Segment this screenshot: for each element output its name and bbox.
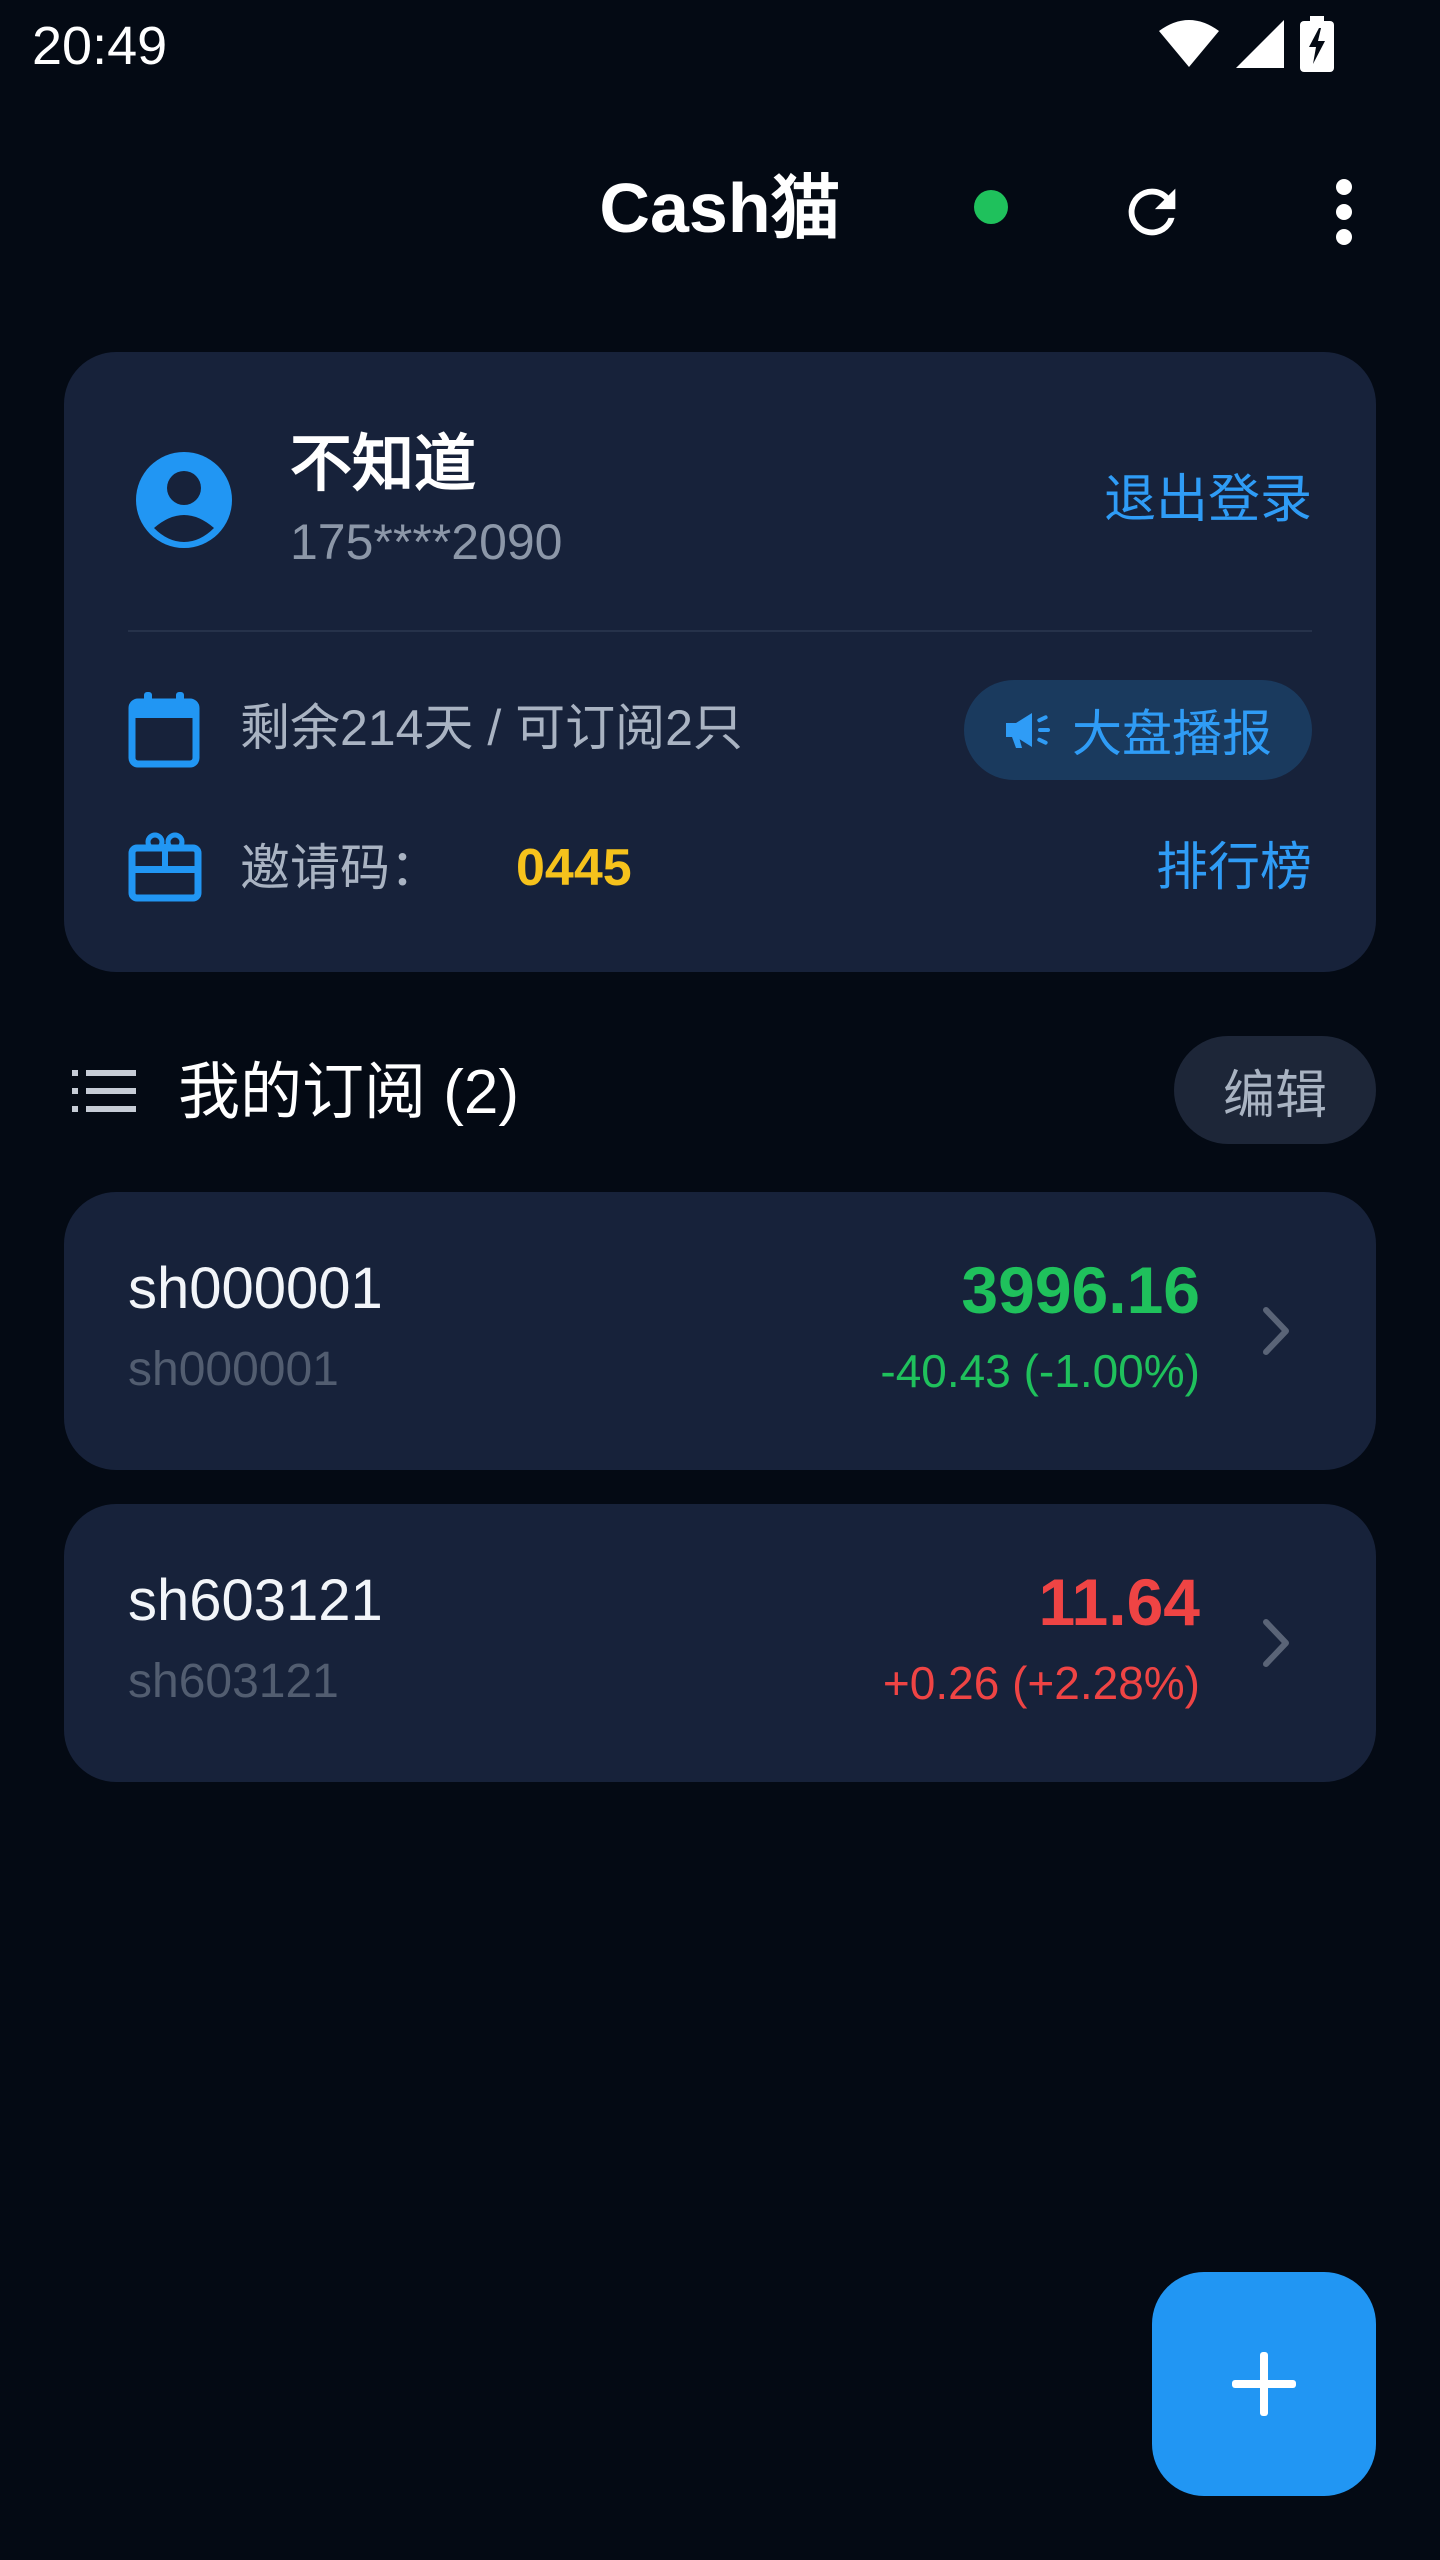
stock-change: +0.26 (+2.28%): [882, 1657, 1200, 1709]
stock-price: 11.64: [1038, 1565, 1200, 1639]
wifi-icon: [1158, 19, 1220, 74]
more-options-button[interactable]: [1302, 170, 1386, 254]
account-circle-icon: [136, 452, 232, 548]
chevron-right-icon: [1263, 1307, 1289, 1355]
subscriptions-title: 我的订阅 (2): [178, 1058, 520, 1127]
stock-change: -40.43 (-1.00%): [880, 1345, 1200, 1397]
app-title: Cash猫: [599, 169, 841, 247]
market-broadcast-label: 大盘播报: [1072, 706, 1272, 762]
profile-card: 不知道 175****2090 退出登录 剩余214天 / 可订阅2只 大盘播报…: [64, 352, 1376, 972]
add-subscription-fab[interactable]: [1152, 2272, 1376, 2496]
gift-card-icon: [128, 832, 202, 902]
divider: [128, 630, 1312, 632]
market-broadcast-button[interactable]: 大盘播报: [964, 680, 1312, 780]
refresh-button[interactable]: [1110, 170, 1194, 254]
stock-subtitle: sh603121: [128, 1655, 339, 1708]
user-phone: 175****2090: [290, 514, 563, 570]
megaphone-icon: [1006, 713, 1050, 748]
stock-code: sh603121: [128, 1568, 383, 1633]
subscription-remaining: 剩余214天 / 可订阅2只: [240, 700, 743, 756]
ranking-button[interactable]: 排行榜: [1156, 836, 1312, 900]
list-icon: [72, 1070, 136, 1112]
add-icon: [1232, 2352, 1296, 2416]
stock-price: 3996.16: [961, 1253, 1200, 1327]
more-vert-icon: [1336, 179, 1352, 245]
connection-status-dot: [974, 190, 1008, 224]
battery-charging-icon: [1300, 15, 1334, 77]
edit-button[interactable]: 编辑: [1174, 1036, 1376, 1144]
signal-icon: [1234, 18, 1286, 75]
app-bar: Cash猫: [0, 130, 1440, 286]
status-icons: [1158, 15, 1334, 77]
status-bar: 20:49: [0, 0, 1440, 92]
stock-card[interactable]: sh603121 sh603121 11.64 +0.26 (+2.28%): [64, 1504, 1376, 1782]
stock-subtitle: sh000001: [128, 1343, 339, 1396]
invite-code-label: 邀请码：: [240, 840, 440, 896]
status-time: 20:49: [32, 16, 168, 76]
subscriptions-header: 我的订阅 (2) 编辑: [64, 1036, 1376, 1146]
user-name: 不知道: [290, 430, 477, 499]
calendar-icon: [128, 692, 200, 768]
chevron-right-icon: [1263, 1619, 1289, 1667]
stock-card[interactable]: sh000001 sh000001 3996.16 -40.43 (-1.00%…: [64, 1192, 1376, 1470]
stock-code: sh000001: [128, 1256, 383, 1321]
logout-button[interactable]: 退出登录: [1104, 468, 1312, 532]
invite-code: 0445: [516, 839, 632, 897]
refresh-icon: [1128, 188, 1176, 236]
